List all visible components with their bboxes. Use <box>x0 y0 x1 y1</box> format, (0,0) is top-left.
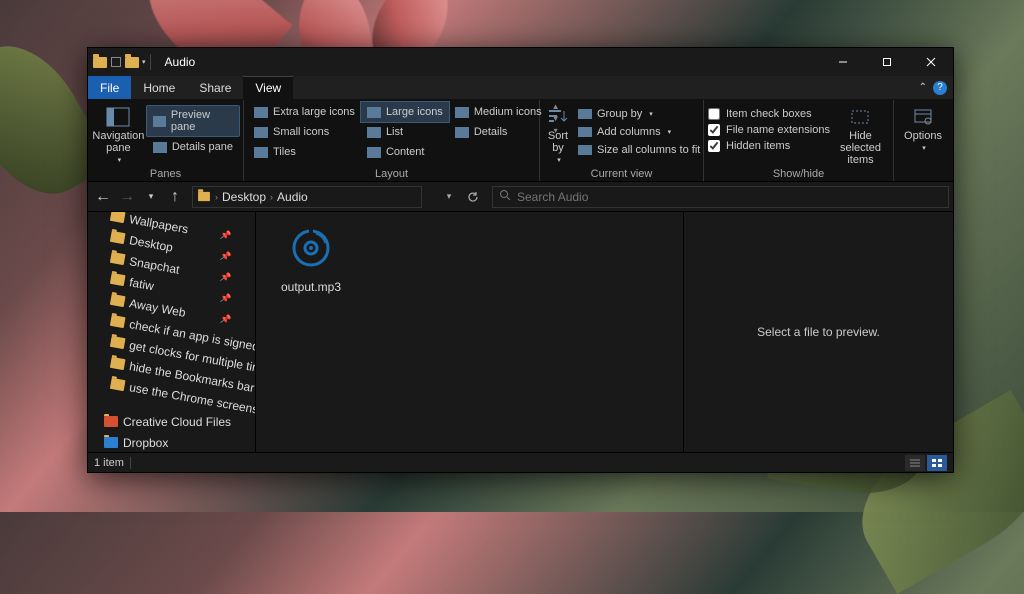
collapse-ribbon-icon[interactable]: ⌃ <box>919 82 927 93</box>
item-checkboxes-toggle[interactable]: Item check boxes <box>708 108 830 120</box>
preview-pane-button[interactable]: Preview pane <box>147 106 239 136</box>
pin-icon: 📌 <box>219 313 232 326</box>
status-bar: 1 item <box>88 452 953 472</box>
title-bar[interactable]: ▾ Audio <box>88 48 953 76</box>
folder-icon <box>92 54 108 70</box>
preview-pane: Select a file to preview. <box>683 212 953 452</box>
tab-view[interactable]: View <box>243 76 293 99</box>
layout-tiles[interactable]: Tiles <box>248 142 361 162</box>
maximize-button[interactable] <box>865 48 909 76</box>
preview-pane-icon <box>153 116 166 127</box>
file-extensions-toggle[interactable]: File name extensions <box>708 124 830 136</box>
details-view-button[interactable] <box>905 455 925 471</box>
quick-access-toolbar: ▾ <box>88 54 159 70</box>
pin-icon: 📌 <box>219 250 232 263</box>
add-columns-button[interactable]: Add columns▾ <box>574 124 704 140</box>
options-button[interactable]: Options ▾ <box>898 102 948 152</box>
item-count: 1 item <box>94 457 124 469</box>
history-dropdown[interactable]: ▾ <box>140 186 162 208</box>
audio-file-icon <box>285 222 337 274</box>
folder-icon <box>104 437 118 448</box>
hidden-items-toggle[interactable]: Hidden items <box>708 140 830 152</box>
preview-placeholder: Select a file to preview. <box>757 325 880 339</box>
layout-details[interactable]: Details <box>449 122 548 142</box>
window-title: Audio <box>165 55 196 69</box>
layout-small[interactable]: Small icons <box>248 122 361 142</box>
hide-icon <box>846 106 874 128</box>
up-button[interactable]: ↑ <box>164 186 186 208</box>
layout-content[interactable]: Content <box>361 142 449 162</box>
sort-by-button[interactable]: Sort by ▾ <box>544 102 572 164</box>
pin-icon: 📌 <box>219 271 232 284</box>
search-box[interactable] <box>492 186 949 208</box>
group-by-button[interactable]: Group by▾ <box>574 106 704 122</box>
close-button[interactable] <box>909 48 953 76</box>
icons-view-button[interactable] <box>927 455 947 471</box>
tree-item[interactable]: Dropbox <box>88 432 255 452</box>
refresh-button[interactable] <box>462 186 484 208</box>
qat-dropdown-icon[interactable]: ▾ <box>142 58 146 66</box>
file-item[interactable]: output.mp3 <box>266 222 356 294</box>
layout-large[interactable]: Large icons <box>361 102 449 122</box>
tab-home[interactable]: Home <box>131 76 187 99</box>
breadcrumb-item[interactable]: Audio <box>277 190 308 204</box>
ribbon-group-label: Current view <box>544 166 699 181</box>
tab-share[interactable]: Share <box>187 76 243 99</box>
details-pane-icon <box>153 142 167 153</box>
menu-bar: File Home Share View ⌃ ? <box>88 76 953 100</box>
explorer-window: ▾ Audio File Home Share View ⌃ ? Navigat… <box>87 47 954 473</box>
layout-grid: Extra large icons Large icons Medium ico… <box>248 102 548 162</box>
ribbon-group-label: Panes <box>92 166 239 181</box>
folder-icon <box>110 336 126 349</box>
search-icon <box>499 189 511 204</box>
file-name: output.mp3 <box>281 280 341 294</box>
breadcrumb[interactable]: › Desktop › Audio <box>192 186 422 208</box>
nav-bar: ← → ▾ ↑ › Desktop › Audio ▾ <box>88 182 953 212</box>
layout-extra-large[interactable]: Extra large icons <box>248 102 361 122</box>
dropdown-icon[interactable]: ▾ <box>438 186 460 208</box>
folder-icon <box>110 315 126 328</box>
ribbon: Navigation pane ▾ Preview pane Details p… <box>88 100 953 182</box>
folder-icon <box>110 273 126 286</box>
forward-button[interactable]: → <box>116 186 138 208</box>
nav-tree[interactable]: Wallpapers📌Desktop📌Snapchat📌fatiw📌Away W… <box>88 212 256 452</box>
folder-icon <box>110 378 126 391</box>
folder-icon <box>110 252 126 265</box>
ribbon-group-label: Show/hide <box>708 166 889 181</box>
search-input[interactable] <box>517 190 942 204</box>
tab-file[interactable]: File <box>88 76 131 99</box>
columns-icon <box>578 127 592 137</box>
ribbon-group-label: Layout <box>248 166 535 181</box>
resize-icon <box>578 145 592 155</box>
folder-icon <box>198 192 210 201</box>
navigation-pane-icon <box>104 106 132 128</box>
breadcrumb-item[interactable]: Desktop <box>222 190 266 204</box>
folder-icon <box>110 212 126 223</box>
navigation-pane-button[interactable]: Navigation pane ▾ <box>92 102 145 164</box>
sort-icon <box>544 106 572 128</box>
layout-list[interactable]: List <box>361 122 449 142</box>
pin-icon: 📌 <box>219 292 232 305</box>
file-list[interactable]: output.mp3 <box>256 212 683 452</box>
back-button[interactable]: ← <box>92 186 114 208</box>
folder-icon <box>110 231 126 244</box>
folder-icon <box>110 294 126 307</box>
folder-icon <box>124 54 140 70</box>
options-icon <box>909 106 937 128</box>
folder-icon <box>104 416 118 427</box>
navigation-pane-label: Navigation pane <box>92 130 144 154</box>
size-columns-button[interactable]: Size all columns to fit <box>574 142 704 158</box>
layout-medium[interactable]: Medium icons <box>449 102 548 122</box>
folder-icon <box>110 357 126 370</box>
hide-selected-button[interactable]: Hide selected items <box>832 102 889 166</box>
content-area: Wallpapers📌Desktop📌Snapchat📌fatiw📌Away W… <box>88 212 953 452</box>
checkbox-icon[interactable] <box>108 54 124 70</box>
help-icon[interactable]: ? <box>933 81 947 95</box>
group-icon <box>578 109 592 119</box>
minimize-button[interactable] <box>821 48 865 76</box>
details-pane-button[interactable]: Details pane <box>147 138 239 156</box>
pin-icon: 📌 <box>219 229 232 242</box>
